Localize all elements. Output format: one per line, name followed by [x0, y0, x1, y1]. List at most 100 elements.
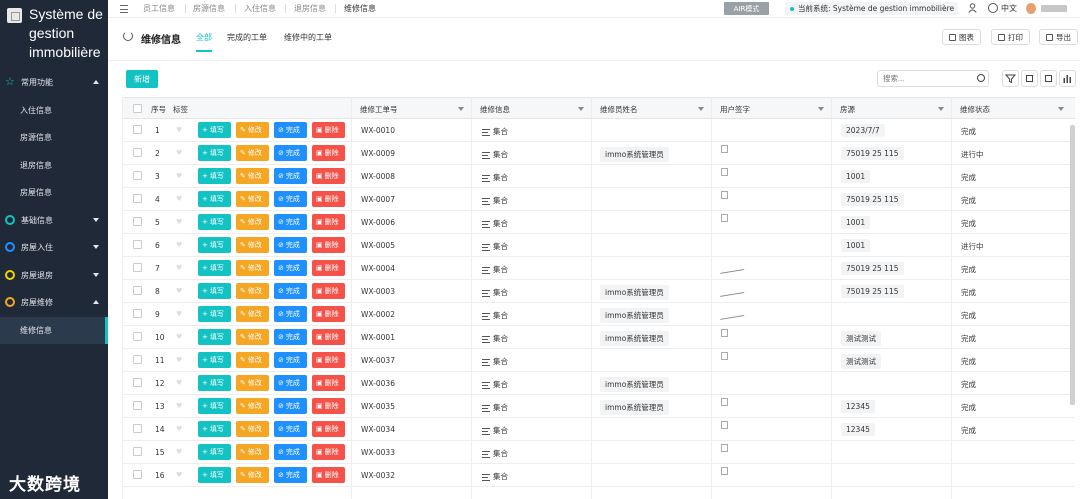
edit-button[interactable]: ✎ 修改: [236, 260, 269, 276]
globe-icon[interactable]: [988, 3, 998, 13]
row-checkbox[interactable]: [133, 424, 142, 433]
heart-icon[interactable]: ♥: [176, 356, 182, 364]
row-checkbox[interactable]: [133, 194, 142, 203]
current-system[interactable]: 当前系统: Système de gestion immobilière: [785, 2, 958, 15]
repair-info[interactable]: 集合: [482, 356, 508, 367]
delete-button[interactable]: ▣ 删除: [312, 329, 345, 345]
search-input[interactable]: [877, 70, 989, 87]
table-row[interactable]: 2 ♥ + 填写 ✎ 修改 ⊘ 完成 ▣ 删除 WX-0009 集合 immo系统管理员 75019 25…: [123, 142, 1075, 165]
row-checkbox[interactable]: [133, 240, 142, 249]
repair-info[interactable]: 集合: [482, 333, 508, 344]
user-icon[interactable]: [968, 3, 977, 13]
sidebar-group-2[interactable]: 房屋入住: [0, 234, 108, 261]
table-row[interactable]: 9 ♥ + 填写 ✎ 修改 ⊘ 完成 ▣ 删除 WX-0002 集合 immo系统管理员 完成: [123, 303, 1075, 326]
table-row[interactable]: 4 ♥ + 填写 ✎ 修改 ⊘ 完成 ▣ 删除 WX-0007 集合 75019 25 115 完成: [123, 188, 1075, 211]
table-row[interactable]: 3 ♥ + 填写 ✎ 修改 ⊘ 完成 ▣ 删除 WX-0008 集合 1001 完成: [123, 165, 1075, 188]
tab-completed[interactable]: 完成的工单: [227, 32, 267, 52]
table-row[interactable]: 14 ♥ + 填写 ✎ 修改 ⊘ 完成 ▣ 删除 WX-0034 集合 12345 完成: [123, 418, 1075, 441]
delete-button[interactable]: ▣ 删除: [312, 122, 345, 138]
sidebar-item[interactable]: 房屋信息: [0, 179, 108, 206]
heart-icon[interactable]: ♥: [176, 264, 182, 272]
edit-button[interactable]: ✎ 修改: [236, 398, 269, 414]
search-icon[interactable]: [977, 74, 985, 82]
sidebar-group-1[interactable]: 基础信息: [0, 207, 108, 234]
select-all-checkbox[interactable]: [133, 104, 142, 113]
edit-button[interactable]: ✎ 修改: [236, 145, 269, 161]
sort-caret-icon[interactable]: [938, 107, 944, 111]
fill-button[interactable]: + 填写: [198, 398, 231, 414]
repair-info[interactable]: 集合: [482, 149, 508, 160]
sidebar-item[interactable]: 维修信息: [0, 316, 108, 344]
sort-caret-icon[interactable]: [458, 107, 464, 111]
done-button[interactable]: ⊘ 完成: [274, 306, 307, 322]
sidebar-group-4[interactable]: 房屋维修: [0, 289, 108, 316]
fill-button[interactable]: + 填写: [198, 214, 231, 230]
delete-button[interactable]: ▣ 删除: [312, 444, 345, 460]
heart-icon[interactable]: ♥: [176, 241, 182, 249]
repair-info[interactable]: 集合: [482, 264, 508, 275]
row-checkbox[interactable]: [133, 378, 142, 387]
repair-info[interactable]: 集合: [482, 126, 508, 137]
header-info[interactable]: 维修信息: [480, 104, 510, 115]
tab-in-progress[interactable]: 维修中的工单: [284, 32, 332, 52]
air-mode-button[interactable]: AIR模式: [724, 2, 769, 15]
repair-info[interactable]: 集合: [482, 402, 508, 413]
table-row[interactable]: 11 ♥ + 填写 ✎ 修改 ⊘ 完成 ▣ 删除 WX-0037 集合 测试测试 完成: [123, 349, 1075, 372]
fill-button[interactable]: + 填写: [198, 467, 231, 483]
repair-info[interactable]: 集合: [482, 241, 508, 252]
delete-button[interactable]: ▣ 删除: [312, 145, 345, 161]
row-checkbox[interactable]: [133, 447, 142, 456]
edit-button[interactable]: ✎ 修改: [236, 352, 269, 368]
edit-button[interactable]: ✎ 修改: [236, 122, 269, 138]
export-button[interactable]: 导出: [1039, 29, 1078, 45]
sidebar-group-0[interactable]: ☆ 常用功能: [0, 69, 108, 96]
fill-button[interactable]: + 填写: [198, 191, 231, 207]
done-button[interactable]: ⊘ 完成: [274, 352, 307, 368]
delete-button[interactable]: ▣ 删除: [312, 191, 345, 207]
edit-button[interactable]: ✎ 修改: [236, 329, 269, 345]
row-checkbox[interactable]: [133, 171, 142, 180]
fill-button[interactable]: + 填写: [198, 122, 231, 138]
sort-caret-icon[interactable]: [698, 107, 704, 111]
table-row[interactable]: 16 ♥ + 填写 ✎ 修改 ⊘ 完成 ▣ 删除 WX-0032 集合: [123, 464, 1075, 487]
heart-icon[interactable]: ♥: [176, 448, 182, 456]
edit-button[interactable]: ✎ 修改: [236, 306, 269, 322]
repair-info[interactable]: 集合: [482, 172, 508, 183]
heart-icon[interactable]: ♥: [176, 333, 182, 341]
fill-button[interactable]: + 填写: [198, 260, 231, 276]
topnav-staff[interactable]: 员工信息: [143, 3, 175, 14]
table-row[interactable]: 12 ♥ + 填写 ✎ 修改 ⊘ 完成 ▣ 删除 WX-0036 集合 immo系统管理员 完成: [123, 372, 1075, 395]
stats-button[interactable]: [1059, 70, 1076, 87]
sort-caret-icon[interactable]: [578, 107, 584, 111]
edit-button[interactable]: ✎ 修改: [236, 444, 269, 460]
filter-button[interactable]: [1002, 70, 1019, 87]
fill-button[interactable]: + 填写: [198, 145, 231, 161]
heart-icon[interactable]: ♥: [176, 126, 182, 134]
table-row[interactable]: 10 ♥ + 填写 ✎ 修改 ⊘ 完成 ▣ 删除 WX-0001 集合 immo系统管理员 测试测试 完成: [123, 326, 1075, 349]
column-settings-button[interactable]: [1021, 70, 1038, 87]
done-button[interactable]: ⊘ 完成: [274, 375, 307, 391]
done-button[interactable]: ⊘ 完成: [274, 191, 307, 207]
table-row[interactable]: 13 ♥ + 填写 ✎ 修改 ⊘ 完成 ▣ 删除 WX-0035 集合 immo系统管理员 12345 完成: [123, 395, 1075, 418]
repair-info[interactable]: 集合: [482, 218, 508, 229]
done-button[interactable]: ⊘ 完成: [274, 398, 307, 414]
delete-button[interactable]: ▣ 删除: [312, 260, 345, 276]
heart-icon[interactable]: ♥: [176, 149, 182, 157]
fill-button[interactable]: + 填写: [198, 283, 231, 299]
delete-button[interactable]: ▣ 删除: [312, 237, 345, 253]
done-button[interactable]: ⊘ 完成: [274, 421, 307, 437]
table-row[interactable]: 5 ♥ + 填写 ✎ 修改 ⊘ 完成 ▣ 删除 WX-0006 集合 1001 完成: [123, 211, 1075, 234]
fill-button[interactable]: + 填写: [198, 168, 231, 184]
delete-button[interactable]: ▣ 删除: [312, 375, 345, 391]
sort-button[interactable]: [1040, 70, 1057, 87]
heart-icon[interactable]: ♥: [176, 379, 182, 387]
edit-button[interactable]: ✎ 修改: [236, 237, 269, 253]
fill-button[interactable]: + 填写: [198, 306, 231, 322]
repair-info[interactable]: 集合: [482, 448, 508, 459]
done-button[interactable]: ⊘ 完成: [274, 122, 307, 138]
row-checkbox[interactable]: [133, 148, 142, 157]
heart-icon[interactable]: ♥: [176, 402, 182, 410]
header-house[interactable]: 房源: [840, 104, 855, 115]
row-checkbox[interactable]: [133, 263, 142, 272]
menu-toggle-icon[interactable]: [120, 5, 128, 13]
